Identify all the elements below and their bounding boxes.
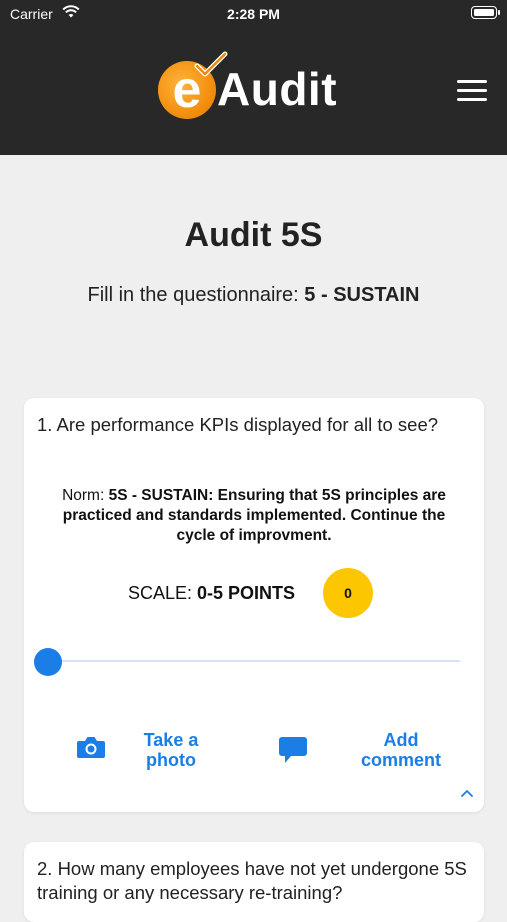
norm-value: 5S - SUSTAIN: Ensuring that 5S principle… (62, 487, 446, 544)
camera-icon (77, 737, 105, 758)
logo-text: Audit (217, 63, 338, 115)
subtitle-value: 5 - SUSTAIN (304, 284, 420, 306)
norm-text: Norm: 5S - SUSTAIN: Ensuring that 5S pri… (44, 486, 464, 546)
chevron-up-icon[interactable] (460, 788, 474, 798)
add-comment-button[interactable]: Add comment (278, 730, 458, 780)
battery-icon (471, 6, 500, 19)
score-badge: 0 (323, 568, 373, 618)
question-card: 2. How many employees have not yet under… (24, 842, 484, 922)
question-text: 2. How many employees have not yet under… (37, 858, 467, 903)
question-card: 1. Are performance KPIs displayed for al… (24, 398, 484, 812)
scale-prefix: SCALE: (128, 583, 198, 603)
question-text: 1. Are performance KPIs displayed for al… (37, 414, 439, 435)
scale-label: SCALE: 0-5 POINTS (128, 583, 295, 604)
status-bar: Carrier 2:28 PM (0, 0, 507, 28)
take-photo-label: Take a photo (143, 730, 199, 770)
subtitle-prefix: Fill in the questionnaire: (87, 284, 305, 306)
scale-value: 0-5 POINTS (197, 583, 296, 603)
score-slider-track[interactable] (48, 660, 460, 662)
comment-icon (279, 737, 307, 763)
clock: 2:28 PM (227, 6, 280, 22)
app-header: Carrier 2:28 PM e Audit (0, 0, 507, 155)
score-slider-thumb[interactable] (34, 648, 62, 676)
page-title: Audit 5S (184, 216, 323, 254)
eaudit-logo: e Audit (155, 50, 355, 125)
menu-icon[interactable] (457, 80, 487, 102)
page-subtitle: Fill in the questionnaire: 5 - SUSTAIN (0, 284, 507, 307)
scale-row: SCALE: 0-5 POINTS 0 (24, 568, 484, 618)
norm-prefix: Norm: (62, 487, 109, 504)
take-photo-button[interactable]: Take a photo (76, 730, 236, 780)
add-comment-label: Add comment (360, 730, 441, 770)
